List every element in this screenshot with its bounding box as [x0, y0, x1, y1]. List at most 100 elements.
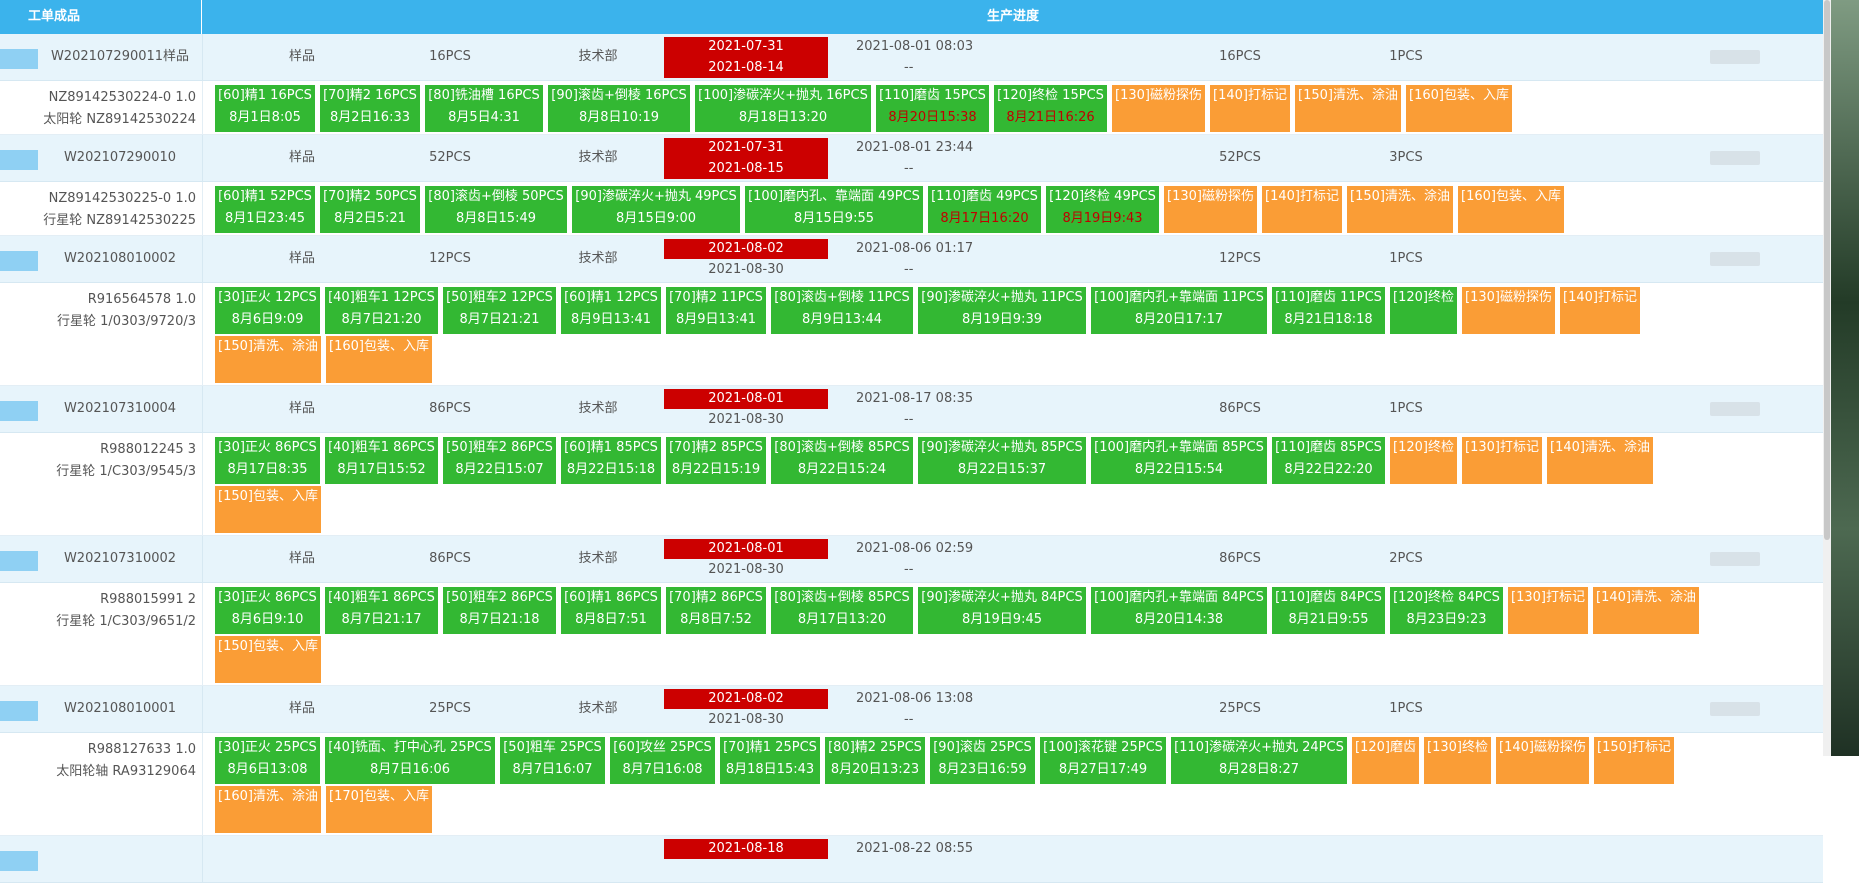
- process-step[interactable]: [150]包装、入库: [215, 636, 321, 683]
- plan-start-date: 2021-08-01: [664, 389, 828, 409]
- process-step[interactable]: [30]正火 25PCS 8月6日13:08: [215, 737, 320, 784]
- scrollbar[interactable]: [1823, 0, 1831, 756]
- process-step[interactable]: [110]渗碳淬火+抛丸 24PCS 8月28日8:27: [1171, 737, 1347, 784]
- row-marker: [0, 401, 38, 421]
- process-step[interactable]: [60]精1 12PCS 8月9日13:41: [561, 287, 661, 334]
- order-row[interactable]: W202107310002 样品 86PCS 技术部 2021-08-01 2021-08…: [0, 536, 1823, 583]
- work-order-number[interactable]: W202108010002: [40, 236, 200, 282]
- process-step[interactable]: [150]打标记: [1594, 737, 1674, 784]
- scrollbar-thumb[interactable]: [1824, 0, 1830, 540]
- process-step[interactable]: [40]铣面、打中心孔 25PCS 8月7日16:06: [325, 737, 495, 784]
- process-step[interactable]: [90]渗碳淬火+抛丸 11PCS 8月19日9:39: [918, 287, 1086, 334]
- process-step[interactable]: [120]终检: [1390, 287, 1457, 334]
- process-step[interactable]: [140]清洗、涂油: [1593, 587, 1699, 634]
- process-step[interactable]: [140]磁粉探伤: [1496, 737, 1589, 784]
- process-step[interactable]: [110]磨齿 84PCS 8月21日9:55: [1272, 587, 1385, 634]
- step-label: [90]渗碳淬火+抛丸 85PCS: [921, 440, 1083, 455]
- process-step[interactable]: [50]粗车2 86PCS 8月22日15:07: [443, 437, 556, 484]
- process-step[interactable]: [60]精1 16PCS 8月1日8:05: [215, 85, 315, 132]
- process-step[interactable]: [90]渗碳淬火+抛丸 84PCS 8月19日9:45: [918, 587, 1086, 634]
- process-step[interactable]: [50]粗车2 12PCS 8月7日21:21: [443, 287, 556, 334]
- process-step[interactable]: [130]终检: [1424, 737, 1491, 784]
- process-step[interactable]: [70]精2 16PCS 8月2日16:33: [320, 85, 420, 132]
- order-type: 样品: [288, 701, 315, 716]
- process-step[interactable]: [70]精2 11PCS 8月9日13:41: [666, 287, 766, 334]
- process-step[interactable]: [60]精1 85PCS 8月22日15:18: [561, 437, 661, 484]
- process-step[interactable]: [60]精1 86PCS 8月8日7:51: [561, 587, 661, 634]
- process-step[interactable]: [110]磨齿 49PCS 8月17日16:20: [928, 186, 1041, 233]
- process-step[interactable]: [140]清洗、涂油: [1547, 437, 1653, 484]
- work-order-number[interactable]: W202107310004: [40, 386, 200, 432]
- process-step[interactable]: [90]滚齿+倒棱 16PCS 8月8日10:19: [548, 85, 690, 132]
- process-step[interactable]: [130]磁粉探伤: [1164, 186, 1257, 233]
- process-step[interactable]: [80]滚齿+倒棱 85PCS 8月17日13:20: [771, 587, 913, 634]
- process-step[interactable]: [130]打标记: [1508, 587, 1588, 634]
- order-row[interactable]: W202107290011样品 样品 16PCS 技术部 2021-07-31 2021-…: [0, 34, 1823, 81]
- process-step[interactable]: [120]终检 84PCS 8月23日9:23: [1390, 587, 1503, 634]
- order-row[interactable]: W202107310004 样品 86PCS 技术部 2021-08-01 2021-08…: [0, 386, 1823, 433]
- process-step[interactable]: [150]清洗、涂油: [1347, 186, 1453, 233]
- process-step[interactable]: [140]打标记: [1262, 186, 1342, 233]
- process-step[interactable]: [150]包装、入库: [215, 486, 321, 533]
- work-order-number[interactable]: W202107310002: [40, 536, 200, 582]
- work-order-number[interactable]: W202108010001: [40, 686, 200, 732]
- process-step[interactable]: [70]精2 86PCS 8月8日7:52: [666, 587, 766, 634]
- order-row[interactable]: 2021-08-18 2021-08-22 08:55: [0, 836, 1823, 883]
- process-step[interactable]: [160]包装、入库: [326, 336, 432, 383]
- process-step[interactable]: [100]磨内孔+靠端面 11PCS 8月20日17:17: [1091, 287, 1267, 334]
- process-step[interactable]: [100]磨内孔+靠端面 84PCS 8月20日14:38: [1091, 587, 1267, 634]
- process-step[interactable]: [60]攻丝 25PCS 8月7日16:08: [610, 737, 715, 784]
- process-step[interactable]: [150]清洗、涂油: [1295, 85, 1401, 132]
- process-step[interactable]: [70]精2 85PCS 8月22日15:19: [666, 437, 766, 484]
- work-order-number[interactable]: W202107290011样品: [40, 34, 200, 80]
- process-step[interactable]: [160]清洗、涂油: [215, 786, 321, 833]
- process-step[interactable]: [80]滚齿+倒棱 50PCS 8月8日15:49: [425, 186, 567, 233]
- process-step[interactable]: [150]清洗、涂油: [215, 336, 321, 383]
- process-step[interactable]: [160]包装、入库: [1458, 186, 1564, 233]
- order-row[interactable]: W202108010002 样品 12PCS 技术部 2021-08-02 2021-08…: [0, 236, 1823, 283]
- process-step[interactable]: [170]包装、入库: [326, 786, 432, 833]
- process-step[interactable]: [90]渗碳淬火+抛丸 49PCS 8月15日9:00: [572, 186, 740, 233]
- process-step[interactable]: [90]滚齿 25PCS 8月23日16:59: [930, 737, 1035, 784]
- process-step[interactable]: [120]终检: [1390, 437, 1457, 484]
- process-step[interactable]: [90]渗碳淬火+抛丸 85PCS 8月22日15:37: [918, 437, 1086, 484]
- process-step[interactable]: [130]磁粉探伤: [1462, 287, 1555, 334]
- process-step[interactable]: [100]渗碳淬火+抛丸 16PCS 8月18日13:20: [695, 85, 871, 132]
- process-step[interactable]: [130]打标记: [1462, 437, 1542, 484]
- process-step[interactable]: [30]正火 12PCS 8月6日9:09: [215, 287, 320, 334]
- order-row[interactable]: W202108010001 样品 25PCS 技术部 2021-08-02 2021-08…: [0, 686, 1823, 733]
- process-step[interactable]: [30]正火 86PCS 8月17日8:35: [215, 437, 320, 484]
- process-step[interactable]: [40]粗车1 12PCS 8月7日21:20: [325, 287, 438, 334]
- process-step[interactable]: [40]粗车1 86PCS 8月7日21:17: [325, 587, 438, 634]
- process-step[interactable]: [80]滚齿+倒棱 85PCS 8月22日15:24: [771, 437, 913, 484]
- process-step[interactable]: [80]精2 25PCS 8月20日13:23: [825, 737, 925, 784]
- process-step[interactable]: [100]滚花键 25PCS 8月27日17:49: [1040, 737, 1166, 784]
- process-step[interactable]: [110]磨齿 15PCS 8月20日15:38: [876, 85, 989, 132]
- process-step[interactable]: [140]打标记: [1560, 287, 1640, 334]
- process-step[interactable]: [60]精1 52PCS 8月1日23:45: [215, 186, 315, 233]
- process-step[interactable]: [80]滚齿+倒棱 11PCS 8月9日13:44: [771, 287, 913, 334]
- process-step[interactable]: [100]磨内孔、靠端面 49PCS 8月15日9:55: [745, 186, 923, 233]
- work-order-number[interactable]: W202107290010: [40, 135, 200, 181]
- process-step[interactable]: [110]磨齿 11PCS 8月21日18:18: [1272, 287, 1385, 334]
- process-step[interactable]: [120]终检 49PCS 8月19日9:43: [1046, 186, 1159, 233]
- process-step[interactable]: [140]打标记: [1210, 85, 1290, 132]
- process-step[interactable]: [80]铣油槽 16PCS 8月5日4:31: [425, 85, 543, 132]
- process-step[interactable]: [110]磨齿 85PCS 8月22日22:20: [1272, 437, 1385, 484]
- process-step[interactable]: [70]精2 50PCS 8月2日5:21: [320, 186, 420, 233]
- process-step[interactable]: [40]粗车1 86PCS 8月17日15:52: [325, 437, 438, 484]
- process-step[interactable]: [70]精1 25PCS 8月18日15:43: [720, 737, 820, 784]
- process-step[interactable]: [30]正火 86PCS 8月6日9:10: [215, 587, 320, 634]
- process-step[interactable]: [50]粗车 25PCS 8月7日16:07: [500, 737, 605, 784]
- process-step[interactable]: [120]终检 15PCS 8月21日16:26: [994, 85, 1107, 132]
- order-row[interactable]: W202107290010 样品 52PCS 技术部 2021-07-31 2021-08…: [0, 135, 1823, 182]
- step-label: [120]终检 84PCS: [1393, 590, 1500, 605]
- process-step[interactable]: [120]磨齿: [1352, 737, 1419, 784]
- process-step[interactable]: [50]粗车2 86PCS 8月7日21:18: [443, 587, 556, 634]
- step-time: 8月8日7:52: [680, 612, 752, 627]
- work-order-number[interactable]: [40, 836, 200, 882]
- process-step[interactable]: [100]磨内孔+靠端面 85PCS 8月22日15:54: [1091, 437, 1267, 484]
- process-step[interactable]: [130]磁粉探伤: [1112, 85, 1205, 132]
- step-label: [40]粗车1 12PCS: [328, 290, 435, 305]
- process-step[interactable]: [160]包装、入库: [1406, 85, 1512, 132]
